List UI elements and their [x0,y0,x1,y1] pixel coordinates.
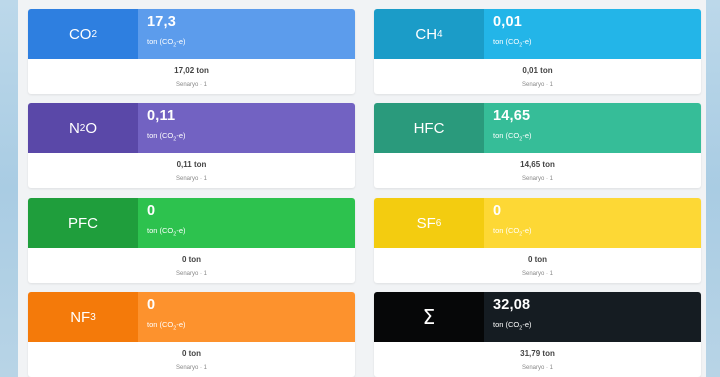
scenario-label: Senaryo · 1 [521,82,554,88]
value-area: 0 ton (CO2-e) [138,198,355,248]
total-ton: 0,01 ton [522,66,553,75]
value-area: 0 ton (CO2-e) [484,198,701,248]
value-area: 0 ton (CO2-e) [138,292,355,342]
value-area: 32,08 ton (CO2-e) [484,292,701,342]
total-ton: 17,02 ton [174,66,209,75]
emission-value: 0 [147,297,156,313]
total-ton: 0 ton [181,255,202,264]
scenario-label: Senaryo · 1 [175,176,208,182]
unit-label: ton (CO2-e) [493,131,532,143]
unit-label: ton (CO2-e) [493,37,532,49]
scenario-label: Senaryo · 1 [175,82,208,88]
emission-value: 14,65 [493,108,531,124]
unit-label: ton (CO2-e) [147,226,186,238]
unit-label: ton (CO2-e) [147,320,186,332]
sigma-icon: Σ [374,292,484,342]
emission-value: 0,01 [493,14,523,30]
card-nf3[interactable]: NF 3 0 ton (CO2-e) 0 ton Senaryo · 1 [28,292,355,377]
card-co2[interactable]: CO 2 17,3 ton (CO2-e) 17,02 ton Senaryo ·… [28,9,355,94]
card-total[interactable]: Σ 32,08 ton (CO2-e) 31,79 ton Senaryo · … [374,292,701,377]
gas-label: CH 4 [374,9,484,59]
gas-label: SF 6 [374,198,484,248]
emission-value: 0,11 [147,108,176,124]
card-pfc[interactable]: PFC 0 ton (CO2-e) 0 ton Senaryo · 1 [28,198,355,283]
unit-label: ton (CO2-e) [493,320,532,332]
gas-label: PFC [28,198,138,248]
card-ch4[interactable]: CH 4 0,01 ton (CO2-e) 0,01 ton Senaryo · … [374,9,701,94]
gas-label: HFC [374,103,484,153]
value-area: 14,65 ton (CO2-e) [484,103,701,153]
emission-value: 0 [493,203,502,219]
scenario-label: Senaryo · 1 [175,271,208,277]
total-ton: 31,79 ton [520,349,555,358]
scenario-label: Senaryo · 1 [521,176,554,182]
scenario-label: Senaryo · 1 [521,271,554,277]
value-area: 0,01 ton (CO2-e) [484,9,701,59]
unit-label: ton (CO2-e) [493,226,532,238]
card-hfc[interactable]: HFC 14,65 ton (CO2-e) 14,65 ton Senaryo … [374,103,701,188]
emissions-panel: CO 2 17,3 ton (CO2-e) 17,02 ton Senaryo ·… [18,0,706,377]
total-ton: 0 ton [527,255,548,264]
scenario-label: Senaryo · 1 [175,365,208,371]
total-ton: 0 ton [181,349,202,358]
total-ton: 0,11 ton [176,160,207,169]
value-area: 0,11 ton (CO2-e) [138,103,355,153]
unit-label: ton (CO2-e) [147,37,186,49]
value-area: 17,3 ton (CO2-e) [138,9,355,59]
scenario-label: Senaryo · 1 [521,365,554,371]
gas-label: N2O [28,103,138,153]
card-n2o[interactable]: N2O 0,11 ton (CO2-e) 0,11 ton Senaryo · … [28,103,355,188]
emission-value: 32,08 [493,297,531,313]
emission-value: 17,3 [147,14,177,30]
emission-value: 0 [147,203,156,219]
unit-label: ton (CO2-e) [147,131,186,143]
total-ton: 14,65 ton [520,160,555,169]
gas-label: NF 3 [28,292,138,342]
gas-label: CO 2 [28,9,138,59]
card-sf6[interactable]: SF 6 0 ton (CO2-e) 0 ton Senaryo · 1 [374,198,701,283]
